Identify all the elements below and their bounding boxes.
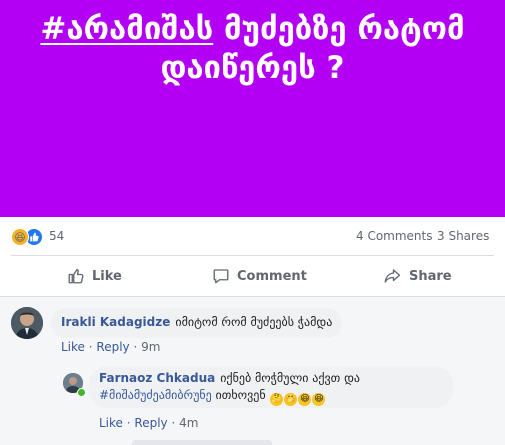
post-stats-row: 😆 54 4 Comments 3 Shares [0, 217, 505, 255]
separator: · [167, 416, 180, 430]
share-arrow-icon [384, 269, 401, 283]
thinking-emoji-icon: 🤔 [270, 393, 284, 406]
comment-timestamp[interactable]: 4m [179, 416, 198, 430]
online-status-indicator [77, 388, 86, 397]
comment-hashtag-link[interactable]: #მიშამუძეამიბრუნე [99, 388, 212, 402]
hand-over-mouth-emoji-icon: 🤭 [284, 393, 298, 406]
separator: · [84, 340, 97, 354]
comment-bubble: Irakli Kadagidze იმიტომ რომ მუძეებს ჭამდა [51, 308, 343, 338]
haha-reaction-icon: 😆 [11, 228, 29, 246]
comments-count-link[interactable]: 4 Comments [356, 229, 433, 243]
comment-meta: Like · Reply · 9m [61, 340, 160, 354]
comment-text: იქნებ მოჭმული აქვთ და [220, 371, 360, 385]
banner-line-2: დაიწერეს ? [160, 50, 345, 86]
reply-input-edge[interactable] [132, 440, 272, 445]
shares-count-link[interactable]: 3 Shares [437, 229, 489, 243]
comment-line-1: Farnaoz Chkadua იქნებ მოჭმული აქვთ და [99, 370, 443, 387]
post-actions-bar: Like Comment Share [0, 256, 505, 296]
comment-bubble: Farnaoz Chkadua იქნებ მოჭმული აქვთ და #მი… [89, 366, 453, 408]
comment-like-link[interactable]: Like [99, 416, 123, 430]
like-button[interactable]: Like [67, 264, 122, 288]
comment-author-link[interactable]: Irakli Kadagidze [61, 315, 170, 329]
comment-bubble-icon [213, 269, 229, 284]
reaction-count: 54 [49, 229, 65, 243]
comment-button[interactable]: Comment [212, 264, 307, 288]
comment-meta: Like · Reply · 4m [99, 416, 198, 430]
comment-line-2: #მიშამუძეამიბრუნე ითხოვენ 🤔 🤭 😆 😆 [99, 387, 443, 406]
separator: · [122, 416, 135, 430]
separator: · [129, 340, 142, 354]
comment-timestamp[interactable]: 9m [141, 340, 160, 354]
laughing-emoji-icon: 😆 [312, 393, 326, 406]
comment-like-link[interactable]: Like [61, 340, 85, 354]
laughing-emoji-icon: 😆 [298, 393, 312, 406]
like-button-label: Like [92, 268, 122, 284]
comment-button-label: Comment [237, 268, 307, 284]
comment-reply-link[interactable]: Reply [96, 340, 129, 354]
comment-author-link[interactable]: Farnaoz Chkadua [99, 371, 215, 385]
banner-line-1: #არამიშას მუძებზე რატომ [0, 10, 505, 48]
comment-text: იმიტომ რომ მუძეებს ჭამდა [175, 315, 333, 329]
banner-text-1: მუძებზე რატომ [213, 11, 465, 47]
comments-section: Irakli Kadagidze იმიტომ რომ მუძეებს ჭამდა… [0, 297, 505, 445]
comment-reply-link[interactable]: Reply [134, 416, 167, 430]
post-image-banner[interactable]: #არამიშას მუძებზე რატომ დაიწერეს ? [0, 0, 505, 217]
avatar[interactable] [11, 307, 43, 339]
banner-hashtag-link[interactable]: #არამიშას [40, 11, 213, 47]
comment-text-2: ითხოვენ [215, 388, 266, 402]
share-button[interactable]: Share [382, 264, 452, 288]
thumbs-up-icon [68, 268, 84, 284]
share-button-label: Share [409, 268, 452, 284]
